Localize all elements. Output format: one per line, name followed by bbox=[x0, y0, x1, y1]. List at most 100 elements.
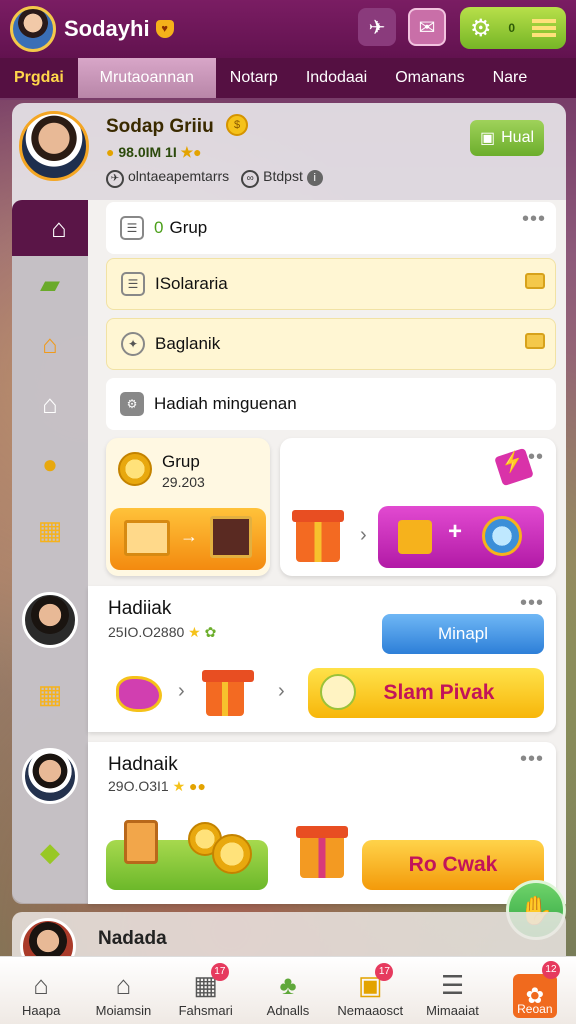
gift-icon bbox=[296, 826, 348, 878]
compass-icon: ✈ bbox=[106, 170, 124, 188]
row-grup-prefix: 0 bbox=[154, 218, 164, 237]
nav-rewards-label: Nemaaosct bbox=[337, 1003, 404, 1018]
profile-header: Sodap Griiu $ ● 98.0IM 1I ★● ✈ olntaeapem… bbox=[12, 104, 566, 200]
slam-pivak-button[interactable]: Slam Pivak bbox=[308, 668, 544, 718]
sidebar-item-bucket[interactable]: ◆ bbox=[12, 824, 88, 880]
store-icon: ⌂ bbox=[115, 970, 132, 1000]
row-baglanik[interactable]: ✦ Baglanik bbox=[106, 318, 556, 370]
bottom-nav: ⌂ Haapa ⌂ Moiamsin 17 ▦ Fahsmari ♣ Adnal… bbox=[0, 956, 576, 1024]
content-area: ☰ 0 Grup ••• ☰ ISolararia ✦ Baglanik ⚙ H… bbox=[88, 200, 566, 904]
feed-item-1-title: Hadiiak bbox=[108, 598, 172, 619]
compass-icon: ✦ bbox=[121, 332, 145, 356]
ticket-icon: ▰ bbox=[40, 268, 60, 299]
more-icon[interactable]: •• bbox=[528, 446, 544, 469]
grup-exchange-button[interactable]: → bbox=[110, 508, 266, 570]
tab-indodaai[interactable]: Indodaai bbox=[292, 58, 381, 98]
nav-rewards[interactable]: 17 ▣ Nemaaosct bbox=[329, 957, 411, 1024]
arrow-icon: › bbox=[178, 680, 185, 702]
gift-combo-button[interactable]: + bbox=[378, 506, 544, 568]
home-icon: ⌂ bbox=[51, 212, 67, 243]
grup-card-title: Grup bbox=[162, 452, 200, 471]
row-solararia[interactable]: ☰ ISolararia bbox=[106, 258, 556, 310]
user-avatar[interactable] bbox=[10, 6, 56, 52]
settings-button[interactable]: ⚙ 0 bbox=[460, 7, 566, 49]
coin-icon: ● bbox=[106, 144, 115, 160]
info-icon[interactable]: i bbox=[306, 170, 323, 186]
minapl-button[interactable]: Minapl bbox=[382, 614, 544, 654]
notification-badge: 17 bbox=[375, 963, 394, 981]
more-icon[interactable]: ••• bbox=[520, 748, 544, 771]
pin-button[interactable]: ✈ bbox=[358, 8, 396, 46]
sidebar-item-coins[interactable]: ● bbox=[12, 436, 88, 492]
more-icon[interactable]: ••• bbox=[520, 592, 544, 615]
feed-avatar-1[interactable] bbox=[22, 592, 78, 648]
profile-stats: ● 98.0IM 1I ★● bbox=[106, 144, 202, 161]
list-icon: ☰ bbox=[440, 970, 465, 1000]
feed-item-1: Hadiiak 25IO.O2880 ★ ✿ ••• Minapl › › Sl… bbox=[88, 586, 556, 732]
gift-icon bbox=[202, 670, 254, 716]
ro-cwak-button[interactable]: Ro Cwak bbox=[362, 840, 544, 890]
profile-meta-left: olntaeapemtarrs bbox=[128, 168, 230, 184]
tab-prgdai[interactable]: Prgdai bbox=[0, 58, 78, 98]
nav-gifts[interactable]: 12 ✿ Reoan bbox=[494, 957, 576, 1024]
grup-card[interactable]: Grup 29.203 → bbox=[106, 438, 270, 576]
gift-icon bbox=[292, 510, 344, 562]
star-icon: ★ bbox=[172, 778, 186, 794]
gift-icon bbox=[398, 520, 432, 554]
notification-badge: 17 bbox=[210, 963, 229, 981]
sidebar-item-giftbox[interactable]: ▦ bbox=[12, 666, 88, 722]
gift-bag-icon bbox=[116, 676, 162, 712]
seed-icon bbox=[320, 674, 356, 710]
feed-avatar-2[interactable] bbox=[22, 748, 78, 804]
sidebar-item-gift[interactable]: ▦ bbox=[12, 502, 88, 558]
nav-home[interactable]: ⌂ Haapa bbox=[0, 957, 82, 1024]
tab-omanans[interactable]: Omanans bbox=[381, 58, 478, 98]
slam-pivak-label: Slam Pivak bbox=[383, 681, 495, 704]
hual-button[interactable]: ▣ Hual bbox=[470, 120, 544, 156]
mail-icon: ✉ bbox=[418, 16, 436, 39]
list-icon: ☰ bbox=[120, 216, 144, 240]
mail-button[interactable]: ✉ bbox=[408, 8, 446, 46]
row-grup[interactable]: ☰ 0 Grup ••• bbox=[106, 202, 556, 254]
notification-badge: 12 bbox=[541, 961, 560, 979]
profile-name: Sodap Griiu bbox=[106, 116, 214, 137]
coin-icon bbox=[212, 834, 252, 874]
sidebar-item-store[interactable]: ⌂ bbox=[12, 376, 88, 432]
feed-item-3-title: Nadada bbox=[98, 928, 167, 949]
tab-nare[interactable]: Nare bbox=[479, 58, 542, 98]
store-icon: ⌂ bbox=[42, 388, 58, 419]
calendar-icon: ☰ bbox=[121, 272, 145, 296]
nav-list-label: Mimaaiat bbox=[426, 1003, 479, 1018]
row-hadiah-mingguan[interactable]: ⚙ Hadiah minguenan bbox=[106, 378, 556, 430]
feed-item-3 bbox=[12, 912, 566, 960]
more-icon[interactable]: ••• bbox=[522, 208, 546, 231]
shield-icon: ♥ bbox=[155, 20, 174, 38]
app-title: Sodayhi bbox=[64, 16, 150, 41]
nav-store[interactable]: ⌂ Moiamsin bbox=[82, 957, 164, 1024]
computer-icon bbox=[124, 520, 170, 556]
nav-messages-label: Fahsmari bbox=[178, 1003, 233, 1018]
feed-item-1-stats-value: 25IO.O2880 bbox=[108, 624, 185, 640]
sidebar-item-ticket[interactable]: ▰ bbox=[12, 256, 88, 312]
gift-combo-card[interactable]: ⚡ •• › + bbox=[280, 438, 556, 576]
feed-item-2-title: Hadnaik bbox=[108, 754, 178, 775]
tab-bar: Prgdai Mrutaoannan Notarp Indodaai Omana… bbox=[0, 58, 576, 98]
sidebar: ⌂ ▰ ⌂ ⌂ ● ▦ ▦ ◆ bbox=[12, 200, 106, 904]
nav-plants[interactable]: ♣ Adnalls bbox=[247, 957, 329, 1024]
star-icon: ★● bbox=[180, 144, 202, 160]
tab-notarp[interactable]: Notarp bbox=[216, 58, 292, 98]
row-grup-label: Grup bbox=[169, 218, 208, 237]
nav-list[interactable]: ☰ Mimaaiat bbox=[411, 957, 493, 1024]
profile-avatar[interactable] bbox=[19, 111, 89, 181]
nav-messages[interactable]: 17 ▦ Fahsmari bbox=[165, 957, 247, 1024]
plus-icon: + bbox=[448, 518, 463, 545]
tab-mrutaoannan[interactable]: Mrutaoannan bbox=[77, 58, 216, 98]
star-icon: ★ bbox=[188, 624, 201, 640]
nav-gifts-label: Reoan bbox=[517, 1002, 553, 1016]
gift-icon: ▦ bbox=[37, 678, 63, 709]
orb-icon bbox=[482, 516, 522, 556]
sidebar-item-house[interactable]: ⌂ bbox=[12, 316, 88, 372]
coin-icon bbox=[118, 452, 152, 486]
row-baglanik-label: Baglanik bbox=[155, 334, 221, 353]
link-icon: ∞ bbox=[241, 170, 260, 188]
